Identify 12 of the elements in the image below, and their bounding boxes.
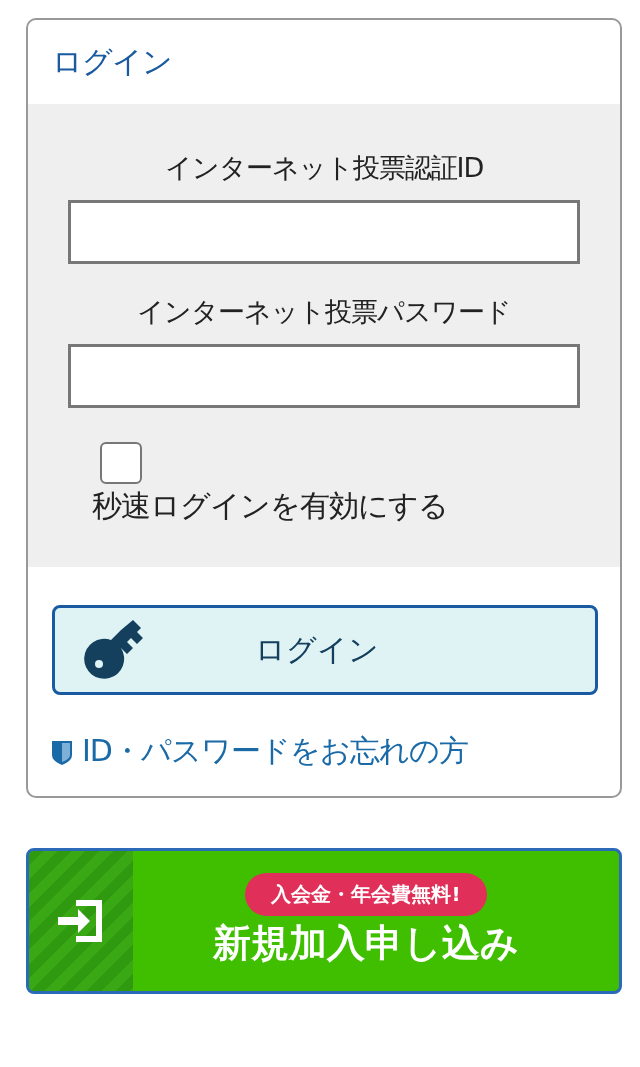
checkbox-label: 秒速ログインを有効にする <box>92 487 448 525</box>
shield-icon <box>52 738 72 765</box>
login-button[interactable]: ログイン <box>52 605 598 695</box>
input-field[interactable] <box>68 344 580 408</box>
field-label: インターネット投票パスワード <box>137 295 511 329</box>
field-label: インターネット投票認証ID <box>164 151 484 185</box>
panel-title: ログイン <box>52 42 172 81</box>
forgot-password-link[interactable]: ID・パスワードをお忘れの方 <box>52 731 596 772</box>
signup-button[interactable]: 入会金・年会費無料! 新規加入申し込み <box>26 848 622 994</box>
checkbox[interactable] <box>100 442 142 484</box>
input-field[interactable] <box>68 200 580 264</box>
free-badge: 入会金・年会費無料! <box>245 873 487 916</box>
